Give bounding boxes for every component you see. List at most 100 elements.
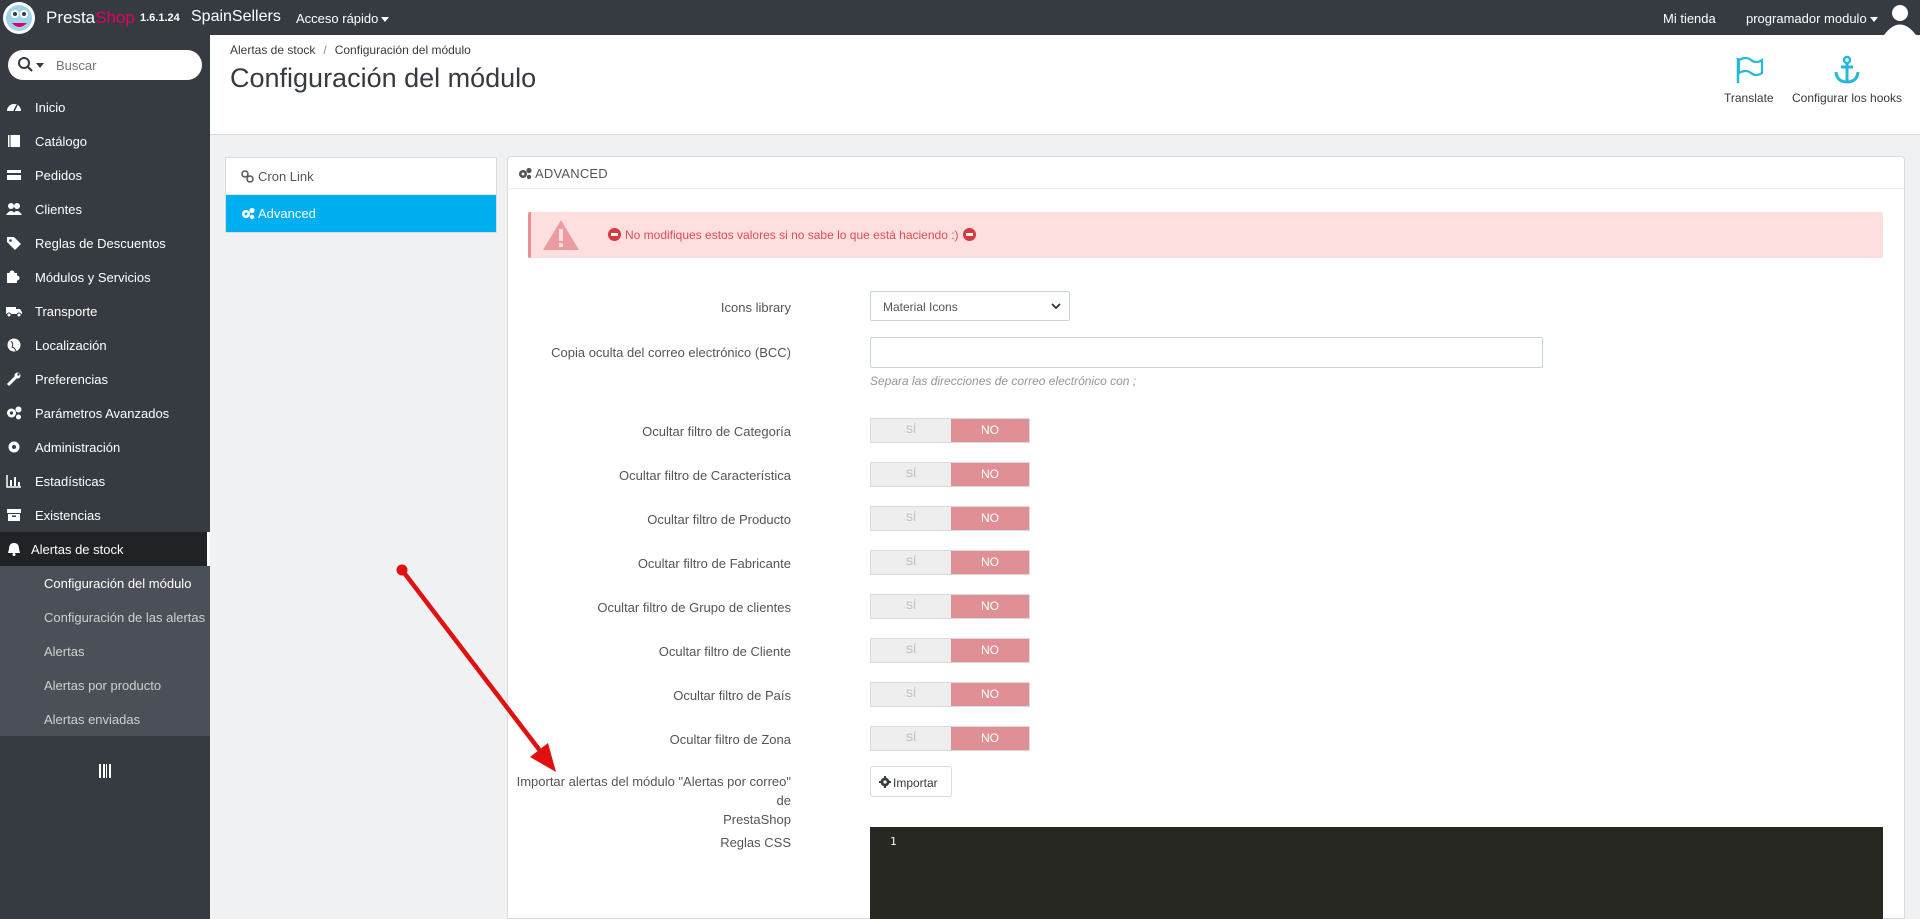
no-entry-icon [962,228,976,241]
sidebar-item-label: Pedidos [35,168,82,183]
advanced-panel: Advanced No modifiques estos valores si … [507,156,1905,919]
sidebar-item-estadisticas[interactable]: Estadísticas [0,464,210,498]
sidebar-subitem-alertas-producto[interactable]: Alertas por producto [0,668,210,702]
hide-product-filter-switch[interactable]: SÍ NO [870,506,1030,531]
sidebar-item-existencias[interactable]: Existencias [0,498,210,532]
tab-label: Advanced [258,206,316,221]
sidebar-item-label: Catálogo [35,134,88,149]
quick-access-dropdown[interactable]: Acceso rápido [296,11,390,26]
sidebar-subitem-configuracion-modulo[interactable]: Configuración del módulo [0,566,210,600]
cogs-icon [7,406,22,420]
sidebar-subitem-alertas-enviadas[interactable]: Alertas enviadas [0,702,210,736]
hide-category-filter-switch[interactable]: SÍ NO [870,418,1030,443]
sidebar-item-label: Existencias [35,508,101,523]
sidebar-item-reglas-descuentos[interactable]: Reglas de Descuentos [0,226,210,260]
hide-manufacturer-filter-switch[interactable]: SÍ NO [870,550,1030,575]
sidebar-item-label: Localización [35,338,107,353]
prestashop-logo-icon[interactable] [2,1,37,35]
sidebar: Inicio Catálogo Pedidos Clientes Reglas … [0,35,210,919]
sidebar-item-alertas-stock[interactable]: Alertas de stock [0,532,210,566]
breadcrumb-parent[interactable]: Alertas de stock [230,43,315,57]
sidebar-item-inicio[interactable]: Inicio [0,90,210,124]
css-rules-label: Reglas CSS [720,835,791,850]
sidebar-item-preferencias[interactable]: Preferencias [0,362,210,396]
sidebar-item-label: Transporte [35,304,98,319]
version-label: 1.6.1.24 [140,12,180,24]
panel-heading: Advanced [508,157,1904,189]
tag-icon [7,237,21,250]
translate-button[interactable]: Translate [1724,55,1774,105]
configure-hooks-button[interactable]: Configurar los hooks [1792,55,1902,105]
sidebar-item-modulos[interactable]: Módulos y Servicios [0,260,210,294]
switch-label: Ocultar filtro de Zona [669,732,791,747]
hide-zone-filter-switch[interactable]: SÍ NO [870,726,1030,751]
sidebar-subitem-alertas[interactable]: Alertas [0,634,210,668]
avatar[interactable] [1880,0,1920,35]
sidebar-menu: Inicio Catálogo Pedidos Clientes Reglas … [0,90,210,736]
breadcrumb: Alertas de stock / Configuración del módul… [230,43,471,57]
hide-customer-group-filter-switch[interactable]: SÍ NO [870,594,1030,619]
hide-customer-filter-switch[interactable]: SÍ NO [870,638,1030,663]
sidebar-item-label: Inicio [35,100,66,115]
sidebar-item-transporte[interactable]: Transporte [0,294,210,328]
anchor-icon [1834,55,1860,84]
import-button[interactable]: Importar [870,766,952,797]
globe-icon [7,338,21,352]
warning-alert: No modifiques estos valores si no sabe l… [528,212,1883,258]
my-store-link[interactable]: Mi tienda [1663,11,1716,26]
switch-label: Ocultar filtro de Categoría [642,424,791,439]
switch-label: Ocultar filtro de País [673,688,791,703]
caret-down-icon [381,17,390,23]
bcc-input[interactable] [870,337,1543,368]
switch-label: Ocultar filtro de Cliente [658,644,791,659]
css-code-editor[interactable]: 1 [870,827,1883,919]
gear-icon [8,441,20,453]
flag-icon [1736,56,1763,83]
bcc-help-text: Separa las direcciones de correo electró… [870,374,1137,388]
truck-icon [6,307,22,318]
alert-message: No modifiques estos valores si no sabe l… [604,228,980,242]
sidebar-item-catalogo[interactable]: Catálogo [0,124,210,158]
sidebar-item-pedidos[interactable]: Pedidos [0,158,210,192]
sidebar-item-administracion[interactable]: Administración [0,430,210,464]
search-input[interactable] [56,56,196,74]
store-name[interactable]: SpainSellers [191,8,281,26]
tab-cron-link[interactable]: Cron Link [226,158,496,195]
top-navbar: PrestaShop 1.6.1.24 SpainSellers Acceso … [0,0,1920,35]
icons-library-select[interactable]: Material Icons [870,291,1070,321]
sidebar-item-clientes[interactable]: Clientes [0,192,210,226]
hide-country-filter-switch[interactable]: SÍ NO [870,682,1030,707]
page-header: Alertas de stock / Configuración del módul… [210,35,1920,135]
tab-advanced[interactable]: Advanced [226,195,496,232]
credit-card-icon [7,170,21,180]
tab-label: Cron Link [258,169,314,184]
panel-title: Advanced [535,166,608,181]
sidebar-subitem-configuracion-alertas[interactable]: Configuración de las alertas [0,600,210,634]
cogs-icon [242,207,255,220]
bcc-label: Copia oculta del correo electrónico (BCC… [551,345,791,360]
profile-dropdown[interactable]: programador modulo [1746,11,1878,26]
hide-feature-filter-switch[interactable]: SÍ NO [870,462,1030,487]
page-title: Configuración del módulo [230,63,537,93]
brand-name[interactable]: PrestaShop [46,8,135,28]
sidebar-item-parametros-avanzados[interactable]: Parámetros Avanzados [0,396,210,430]
switch-label: Ocultar filtro de Característica [619,468,791,483]
bar-chart-icon [6,475,21,488]
gear-icon [879,776,891,788]
wrench-icon [6,372,21,386]
icons-library-label: Icons library [720,300,791,315]
warning-icon [543,220,579,250]
archive-icon [7,509,21,521]
collapse-sidebar-icon[interactable] [96,762,114,780]
bell-icon [8,543,20,556]
configure-hooks-label: Configurar los hooks [1792,91,1903,105]
sidebar-item-localizacion[interactable]: Localización [0,328,210,362]
sidebar-item-label: Alertas de stock [31,542,124,557]
sidebar-item-label: Parámetros Avanzados [35,406,170,421]
puzzle-icon [7,270,20,283]
search-icon[interactable] [17,56,45,74]
import-label: Importar alertas del módulo "Alertas por… [516,774,791,827]
breadcrumb-current: Configuración del módulo [334,43,471,57]
caret-down-icon [1869,17,1878,23]
sidebar-item-label: Estadísticas [35,474,106,489]
